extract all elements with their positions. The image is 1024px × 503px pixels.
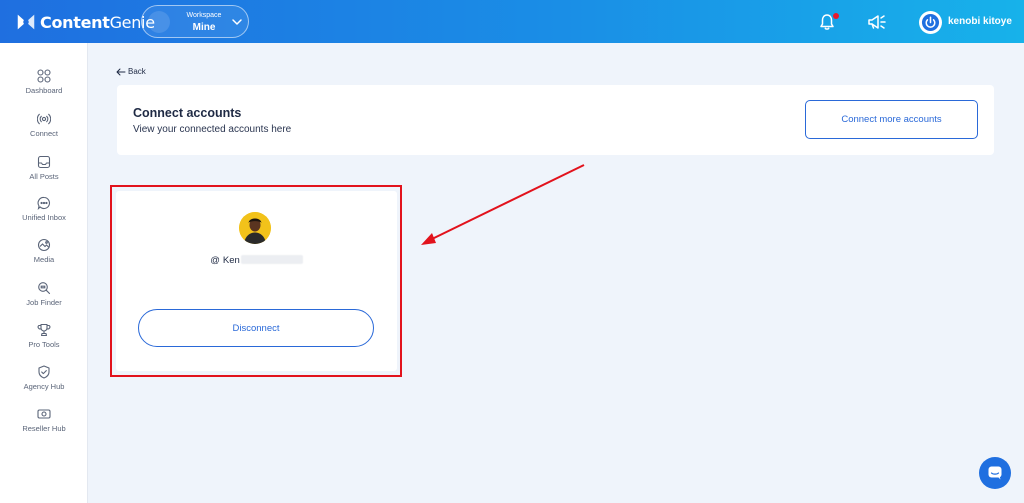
- workspace-avatar: [148, 11, 170, 33]
- back-link[interactable]: Back: [116, 67, 146, 76]
- redacted-handle: [240, 255, 303, 264]
- account-handle: @ Ken: [116, 255, 397, 266]
- chevron-down-icon: [232, 19, 242, 25]
- connect-more-accounts-button[interactable]: Connect more accounts: [805, 100, 978, 139]
- job-search-icon: [38, 282, 51, 295]
- sidebar-item-label: Pro Tools: [28, 340, 60, 349]
- profile-photo-icon: [239, 212, 271, 244]
- logo-text: ContentGenie: [40, 12, 155, 32]
- broadcast-icon: [37, 113, 51, 125]
- disconnect-button[interactable]: Disconnect: [138, 309, 374, 347]
- sidebar-item-agency-hub[interactable]: Agency Hub: [0, 365, 88, 401]
- money-icon: [37, 409, 51, 419]
- account-avatar: [239, 212, 271, 244]
- sidebar-item-pro-tools[interactable]: Pro Tools: [0, 323, 88, 359]
- sidebar-item-all-posts[interactable]: All Posts: [0, 155, 88, 191]
- sidebar-item-label: Agency Hub: [23, 382, 65, 391]
- sidebar-item-label: All Posts: [29, 172, 59, 181]
- account-handle-text: Ken: [222, 255, 240, 266]
- power-icon: [921, 13, 940, 32]
- inbox-tray-icon: [37, 155, 51, 169]
- chat-icon: [988, 466, 1002, 480]
- sidebar-item-label: Dashboard: [25, 86, 63, 95]
- workspace-label: Workspace: [186, 12, 222, 19]
- arrow-left-icon: [116, 68, 126, 75]
- megaphone-icon[interactable]: [866, 12, 888, 32]
- app-logo[interactable]: ContentGenie: [15, 9, 155, 35]
- media-icon: [37, 238, 51, 252]
- sidebar: Dashboard Connect All Posts Unified Inbo…: [0, 43, 88, 503]
- sidebar-item-label: Connect: [30, 129, 58, 138]
- sidebar-item-label: Job Finder: [26, 298, 62, 307]
- page-title: Connect accounts: [133, 106, 242, 120]
- workspace-name: Mine: [192, 22, 216, 33]
- sidebar-item-label: Reseller Hub: [22, 424, 66, 433]
- sidebar-item-media[interactable]: Media: [0, 238, 88, 274]
- top-bar: ContentGenie Workspace Mine kenobi kitoy…: [0, 0, 1024, 43]
- dashboard-icon: [37, 69, 51, 83]
- at-symbol: @: [210, 255, 220, 266]
- user-avatar[interactable]: [919, 11, 942, 34]
- user-name[interactable]: kenobi kitoye: [948, 16, 1012, 27]
- back-label: Back: [128, 67, 146, 76]
- connect-accounts-header: Connect accounts View your connected acc…: [117, 85, 994, 155]
- sidebar-item-connect[interactable]: Connect: [0, 112, 88, 148]
- sidebar-item-reseller-hub[interactable]: Reseller Hub: [0, 407, 88, 443]
- notification-dot: [833, 13, 839, 19]
- sidebar-item-dashboard[interactable]: Dashboard: [0, 69, 88, 105]
- chat-launcher-button[interactable]: [979, 457, 1011, 489]
- sidebar-item-job-finder[interactable]: Job Finder: [0, 281, 88, 317]
- chat-bubble-icon: [37, 196, 50, 210]
- sidebar-item-label: Unified Inbox: [22, 213, 66, 222]
- workspace-switcher[interactable]: Workspace Mine: [141, 5, 249, 38]
- sidebar-item-unified-inbox[interactable]: Unified Inbox: [0, 196, 88, 232]
- sidebar-item-label: Media: [33, 255, 55, 264]
- page-subtitle: View your connected accounts here: [133, 124, 292, 135]
- connected-account-card: @ Ken Disconnect: [116, 191, 397, 371]
- trophy-icon: [37, 323, 51, 337]
- shield-check-icon: [38, 365, 50, 379]
- logo-mark-icon: [17, 14, 35, 30]
